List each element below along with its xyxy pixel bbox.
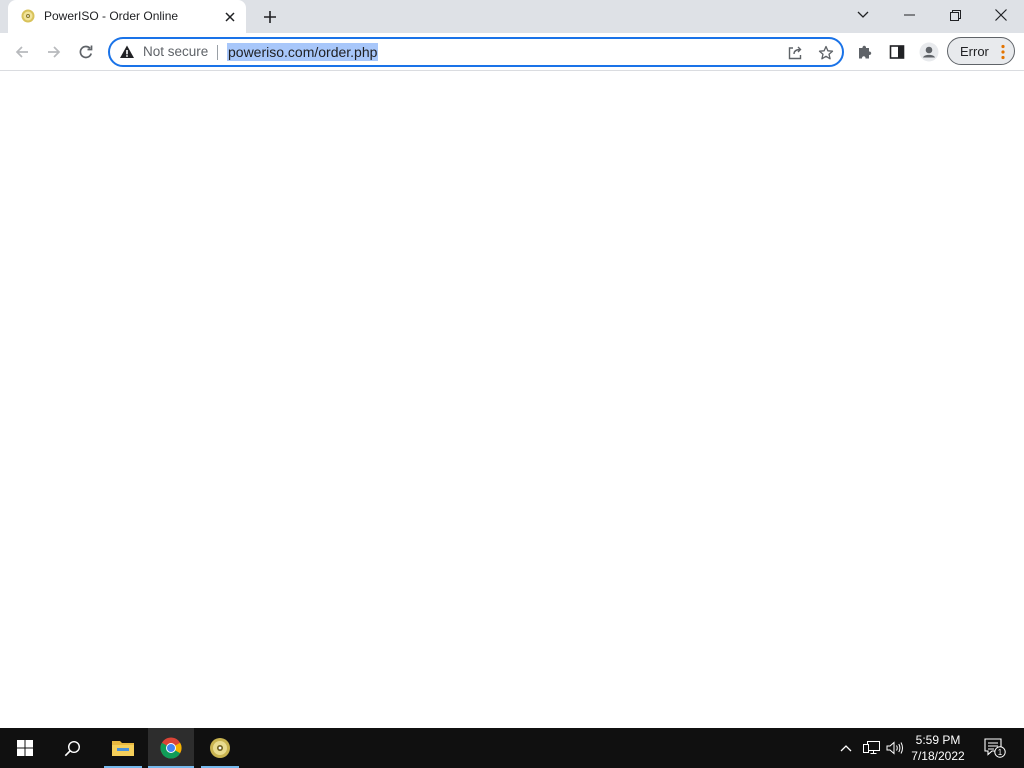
security-status[interactable]: Not secure — [143, 44, 208, 60]
tab-poweriso-order[interactable]: PowerISO - Order Online — [8, 0, 246, 33]
url-text[interactable]: poweriso.com/order.php — [227, 43, 379, 61]
tab-close-button[interactable] — [221, 8, 239, 26]
close-icon — [225, 12, 235, 22]
speaker-icon — [886, 741, 903, 755]
share-button[interactable] — [784, 42, 806, 64]
close-window-button[interactable] — [978, 0, 1024, 30]
windows-logo-icon — [17, 740, 33, 756]
extensions-button[interactable] — [851, 38, 879, 66]
bookmark-star-button[interactable] — [815, 42, 837, 64]
restore-icon — [949, 9, 961, 21]
notification-count: 1 — [998, 748, 1003, 757]
star-icon — [818, 45, 834, 60]
browser-title-bar: PowerISO - Order Online — [0, 0, 1024, 33]
minimize-button[interactable] — [886, 0, 932, 30]
chevron-up-icon — [840, 745, 852, 752]
arrow-left-icon — [15, 46, 28, 58]
search-icon — [64, 740, 80, 756]
avatar-icon — [919, 42, 939, 62]
omnibox-divider — [217, 45, 218, 60]
action-center-button[interactable]: 1 — [980, 728, 1010, 768]
start-button[interactable] — [2, 728, 48, 768]
poweriso-disc-icon — [210, 738, 230, 758]
network-icon — [862, 740, 880, 754]
address-bar[interactable]: Not secure poweriso.com/order.php — [108, 37, 844, 67]
folder-icon — [112, 741, 134, 756]
volume-tray-button[interactable] — [884, 728, 906, 768]
tab-search-button[interactable] — [840, 0, 886, 30]
share-icon — [788, 46, 802, 60]
arrow-right-icon — [48, 46, 61, 58]
windows-taskbar: 5:59 PM 7/18/2022 1 — [0, 728, 1024, 768]
tab-title: PowerISO - Order Online — [44, 9, 179, 23]
profile-error-button[interactable]: Error — [947, 37, 1015, 65]
search-button[interactable] — [49, 728, 95, 768]
profile-avatar-button[interactable] — [915, 38, 943, 66]
restore-button[interactable] — [932, 0, 978, 30]
chevron-down-icon — [857, 11, 869, 18]
chrome-taskbar-button[interactable] — [148, 728, 194, 768]
error-label: Error — [960, 44, 989, 59]
notification-icon: 1 — [984, 738, 1006, 758]
page-content — [0, 71, 1024, 728]
minimize-icon — [903, 14, 915, 16]
forward-button[interactable] — [40, 38, 68, 66]
chrome-icon — [160, 737, 182, 759]
poweriso-favicon-icon — [21, 9, 35, 23]
show-hidden-icons-button[interactable] — [835, 728, 857, 768]
new-tab-button[interactable] — [258, 5, 282, 29]
clock-date: 7/18/2022 — [911, 749, 965, 763]
file-explorer-taskbar-button[interactable] — [100, 728, 146, 768]
plus-icon — [264, 11, 276, 23]
side-panel-icon — [889, 45, 905, 59]
side-panel-button[interactable] — [883, 38, 911, 66]
clock-time: 5:59 PM — [915, 733, 961, 747]
back-button[interactable] — [8, 38, 36, 66]
warning-triangle-icon — [120, 45, 134, 58]
poweriso-taskbar-button[interactable] — [197, 728, 243, 768]
more-vertical-icon — [1001, 44, 1005, 60]
puzzle-piece-icon — [859, 45, 872, 59]
close-icon — [995, 9, 1007, 21]
reload-icon — [79, 45, 93, 59]
network-tray-button[interactable] — [860, 728, 882, 768]
taskbar-clock[interactable]: 5:59 PM 7/18/2022 — [906, 732, 970, 764]
reload-button[interactable] — [72, 38, 100, 66]
browser-toolbar: Not secure poweriso.com/order.php Error — [0, 33, 1024, 71]
